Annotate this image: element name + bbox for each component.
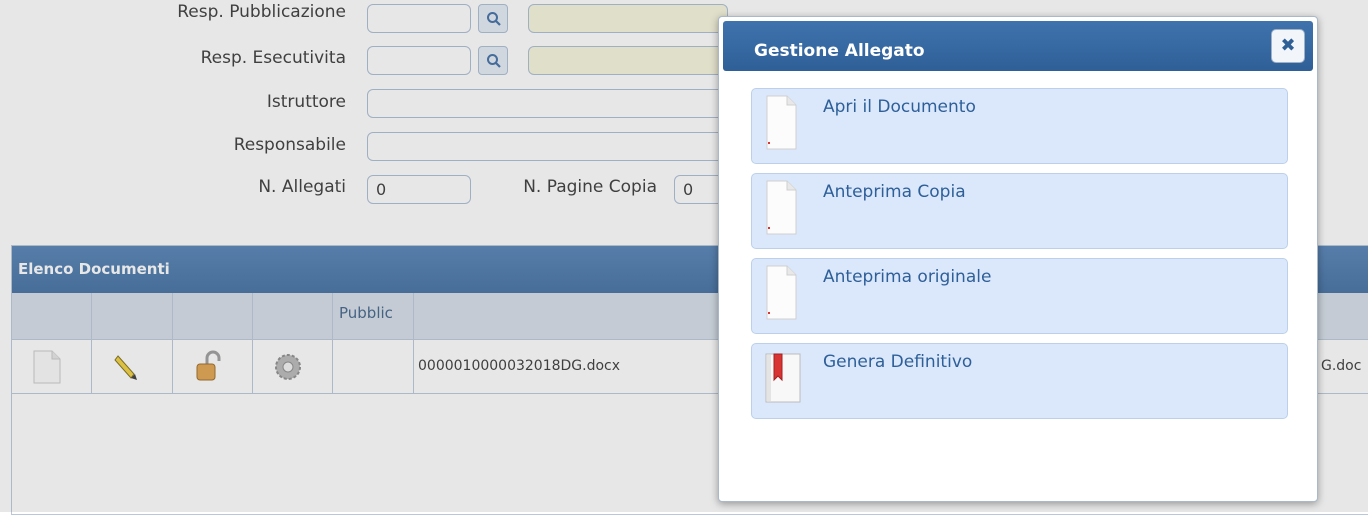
pencil-icon[interactable] <box>112 350 142 384</box>
n-pagine-copia-label: N. Pagine Copia <box>523 177 657 197</box>
resp-esecutivita-search-button[interactable] <box>478 46 508 75</box>
search-icon <box>487 12 501 26</box>
search-icon <box>487 54 501 68</box>
resp-pubblicazione-name-field[interactable] <box>528 4 728 33</box>
istruttore-field[interactable] <box>367 89 728 118</box>
gestione-allegato-dialog: Gestione Allegato ✖ Apri il Documento An… <box>718 16 1318 502</box>
bookmark-book-icon <box>764 350 804 410</box>
anteprima-copia-label: Anteprima Copia <box>823 182 966 202</box>
close-icon: ✖ <box>1280 35 1296 56</box>
apri-documento-label: Apri il Documento <box>823 97 976 117</box>
row-lock-cell[interactable] <box>173 340 253 393</box>
resp-pubblicazione-code-field[interactable] <box>367 4 471 33</box>
responsabile-label: Responsabile <box>233 135 346 155</box>
anteprima-originale-label: Anteprima originale <box>823 267 992 287</box>
document-icon <box>764 180 798 240</box>
resp-esecutivita-code-field[interactable] <box>367 46 471 75</box>
resp-pubblicazione-label: Resp. Pubblicazione <box>177 2 346 22</box>
row-settings-cell[interactable] <box>253 340 333 393</box>
gear-icon[interactable] <box>273 350 303 384</box>
anteprima-originale-button[interactable]: Anteprima originale <box>751 258 1288 334</box>
row-pubblic-cell <box>333 340 414 393</box>
istruttore-label: Istruttore <box>266 92 346 112</box>
responsabile-field[interactable] <box>367 132 728 161</box>
document-icon <box>764 265 798 325</box>
column-header-edit[interactable] <box>92 293 173 339</box>
column-header-lock[interactable] <box>173 293 253 339</box>
column-header-pubblic[interactable]: Pubblic <box>333 293 414 339</box>
column-header-settings[interactable] <box>253 293 333 339</box>
document-icon <box>764 95 798 155</box>
row-filename-right: G.doc <box>1316 340 1368 393</box>
genera-definitivo-label: Genera Definitivo <box>823 352 973 372</box>
row-preview-cell[interactable] <box>12 340 92 393</box>
document-icon[interactable] <box>32 350 62 384</box>
n-allegati-field[interactable]: 0 <box>367 175 471 204</box>
n-allegati-label: N. Allegati <box>258 177 346 197</box>
close-button[interactable]: ✖ <box>1271 29 1305 63</box>
apri-documento-button[interactable]: Apri il Documento <box>751 88 1288 164</box>
genera-definitivo-button[interactable]: Genera Definitivo <box>751 343 1288 419</box>
unlock-icon[interactable] <box>193 350 223 384</box>
column-header-preview[interactable] <box>12 293 92 339</box>
resp-esecutivita-label: Resp. Esecutivita <box>200 48 346 68</box>
anteprima-copia-button[interactable]: Anteprima Copia <box>751 173 1288 249</box>
resp-esecutivita-name-field[interactable] <box>528 46 728 75</box>
dialog-title: Gestione Allegato <box>754 41 925 61</box>
resp-pubblicazione-search-button[interactable] <box>478 4 508 33</box>
dialog-header: Gestione Allegato ✖ <box>723 21 1313 71</box>
row-edit-cell[interactable] <box>92 340 173 393</box>
